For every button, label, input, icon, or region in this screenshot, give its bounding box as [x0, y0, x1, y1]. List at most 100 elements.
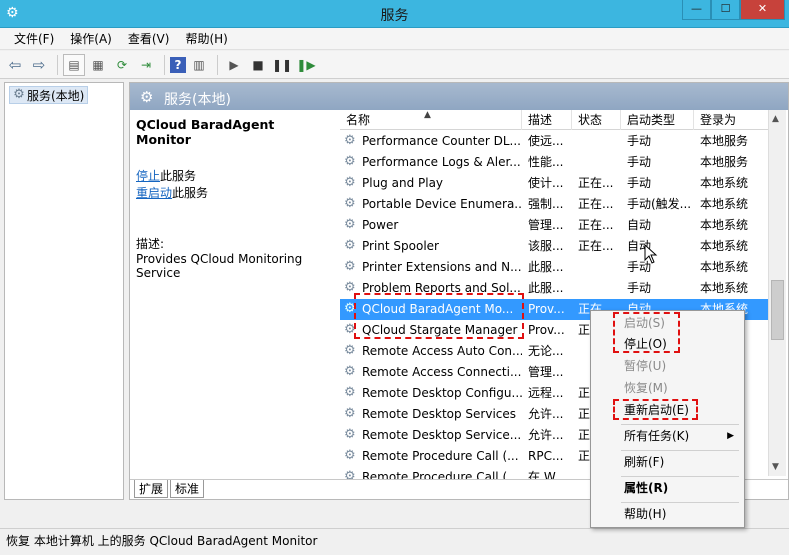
mouse-cursor-icon	[644, 244, 658, 264]
cell-start: 自动	[627, 239, 652, 253]
cell-logon: 本地服务	[700, 155, 749, 169]
menu-all-tasks-label: 所有任务(K)	[624, 429, 690, 443]
menu-pause[interactable]: 暂停(U)	[591, 356, 744, 377]
forward-arrow-icon[interactable]: ⇨	[28, 54, 50, 76]
cell-desc: Prov...	[528, 323, 565, 337]
cell-state	[578, 257, 620, 278]
menu-help[interactable]: 帮助(H)	[177, 28, 235, 49]
menu-resume[interactable]: 恢复(M)	[591, 378, 744, 399]
cell-logon: 本地系统	[700, 176, 749, 190]
cell-logon: 本地系统	[700, 260, 749, 274]
console-tree: ⚙ 服务(本地)	[4, 82, 124, 500]
cell-desc: 无论...	[528, 344, 564, 358]
menu-view[interactable]: 查看(V)	[120, 28, 178, 49]
cell-desc: Prov...	[528, 302, 565, 316]
menu-refresh[interactable]: 刷新(F)	[591, 452, 744, 473]
service-title: QCloud BaradAgent Monitor	[136, 117, 275, 147]
cell-desc: 性能...	[528, 155, 564, 169]
menu-separator	[621, 502, 739, 503]
cell-name: Problem Reports and Sol...	[362, 281, 521, 295]
cell-desc: 管理...	[528, 365, 564, 379]
tab-standard[interactable]: 标准	[170, 480, 205, 498]
cell-start: 手动	[627, 176, 652, 190]
stop-service-icon[interactable]: ■	[247, 54, 269, 76]
pause-service-icon[interactable]: ❚❚	[271, 54, 293, 76]
stop-suffix: 此服务	[160, 169, 197, 183]
cell-desc: 此服...	[528, 260, 564, 274]
cell-start: 手动	[627, 260, 652, 274]
close-button[interactable]: ✕	[740, 0, 785, 20]
cell-desc: 远程...	[528, 386, 564, 400]
toolbar-separator	[57, 54, 58, 75]
cell-start: 手动(触发...	[627, 197, 692, 211]
menu-restart[interactable]: 重新启动(E)	[591, 400, 744, 421]
column-header-name[interactable]: 名称	[340, 110, 522, 130]
menu-start[interactable]: 启动(S)	[591, 313, 744, 334]
refresh-icon[interactable]: ⟳	[111, 54, 133, 76]
cell-name: Printer Extensions and N...	[362, 260, 522, 274]
cell-desc: 管理...	[528, 218, 564, 232]
action-pane-icon[interactable]: ▥	[188, 54, 210, 76]
menu-all-tasks[interactable]: 所有任务(K) ▶	[591, 426, 744, 447]
cell-desc: 使计...	[528, 176, 564, 190]
column-header-description[interactable]: 描述	[522, 110, 572, 130]
description-text-line-1: Provides QCloud Monitoring	[136, 252, 303, 266]
cell-logon: 本地服务	[700, 134, 749, 148]
properties-icon[interactable]: ▦	[87, 54, 109, 76]
column-header-startup-type[interactable]: 启动类型	[621, 110, 694, 130]
vertical-scrollbar[interactable]: ▲ ▼	[768, 110, 786, 476]
cell-name: Performance Logs & Aler...	[362, 155, 521, 169]
table-row[interactable]: ⚙ Performance Logs & Aler... 性能... 手动 本地服务	[340, 152, 772, 173]
cell-logon: 本地系统	[700, 197, 749, 211]
scrollbar-thumb[interactable]	[771, 280, 784, 340]
toolbar: ⇦ ⇨ ▤ ▦ ⟳ ⇥ ? ▥ ▶ ■ ❚❚ ❚▶	[0, 51, 789, 79]
menu-help[interactable]: 帮助(H)	[591, 504, 744, 525]
cell-state: 正在...	[578, 197, 614, 211]
table-row[interactable]: ⚙ Printer Extensions and N... 此服... 手动 本地系统	[340, 257, 772, 278]
show-hide-console-tree-icon[interactable]: ▤	[63, 53, 85, 76]
tree-item-services-local[interactable]: ⚙ 服务(本地)	[9, 86, 89, 104]
table-row[interactable]: ⚙ Portable Device Enumera... 强制... 正在... 手动(…	[340, 194, 772, 215]
cell-desc: 使远...	[528, 134, 564, 148]
table-row[interactable]: ⚙ Performance Counter DL... 使远... 手动 本地服务	[340, 131, 772, 152]
start-service-icon[interactable]: ▶	[223, 54, 245, 76]
cell-start: 手动	[627, 155, 652, 169]
menu-file[interactable]: 文件(F)	[6, 28, 62, 49]
table-row[interactable]: ⚙ Print Spooler 该服... 正在... 自动 本地系统	[340, 236, 772, 257]
menu-separator	[621, 476, 739, 477]
table-row[interactable]: ⚙ Problem Reports and Sol... 此服... 手动 本地系统	[340, 278, 772, 299]
scroll-up-icon[interactable]: ▲	[772, 114, 779, 124]
window-title: 服务	[380, 8, 409, 24]
cell-name: Remote Desktop Services	[362, 407, 517, 421]
tab-extended[interactable]: 扩展	[134, 480, 169, 498]
cell-name: Print Spooler	[362, 239, 439, 253]
help-icon[interactable]: ?	[170, 56, 186, 73]
back-arrow-icon[interactable]: ⇦	[4, 54, 26, 76]
cell-desc: 允许...	[528, 428, 564, 442]
menu-action[interactable]: 操作(A)	[62, 28, 120, 49]
stop-service-link[interactable]: 停止	[136, 169, 160, 183]
cell-name: Plug and Play	[362, 176, 444, 190]
cell-state	[578, 152, 620, 173]
cell-desc: 强制...	[528, 197, 564, 211]
export-list-icon[interactable]: ⇥	[135, 54, 157, 76]
cell-name: Remote Access Connecti...	[362, 365, 522, 379]
column-header-status[interactable]: 状态	[572, 110, 621, 130]
menu-stop[interactable]: 停止(O)	[591, 334, 744, 355]
maximize-button[interactable]: ☐	[711, 0, 740, 20]
cell-state: 正在...	[578, 176, 614, 190]
cell-name: Power	[362, 218, 399, 232]
restart-service-link[interactable]: 重启动	[136, 186, 172, 200]
pane-header: ⚙ 服务(本地)	[130, 83, 788, 110]
column-header-logon-as[interactable]: 登录为	[694, 110, 772, 130]
window-controls: — ☐ ✕	[682, 0, 785, 20]
column-header-row: 名称 ▲ 描述 状态 启动类型 登录为	[340, 110, 772, 130]
table-row[interactable]: ⚙ Plug and Play 使计... 正在... 手动 本地系统	[340, 173, 772, 194]
minimize-button[interactable]: —	[682, 0, 711, 20]
restart-service-icon[interactable]: ❚▶	[295, 54, 317, 76]
scroll-down-icon[interactable]: ▼	[772, 462, 779, 472]
table-row[interactable]: ⚙ Power 管理... 正在... 自动 本地系统	[340, 215, 772, 236]
menu-properties[interactable]: 属性(R)	[591, 478, 744, 499]
pane-title: 服务(本地)	[164, 92, 231, 108]
toolbar-separator	[164, 54, 165, 75]
